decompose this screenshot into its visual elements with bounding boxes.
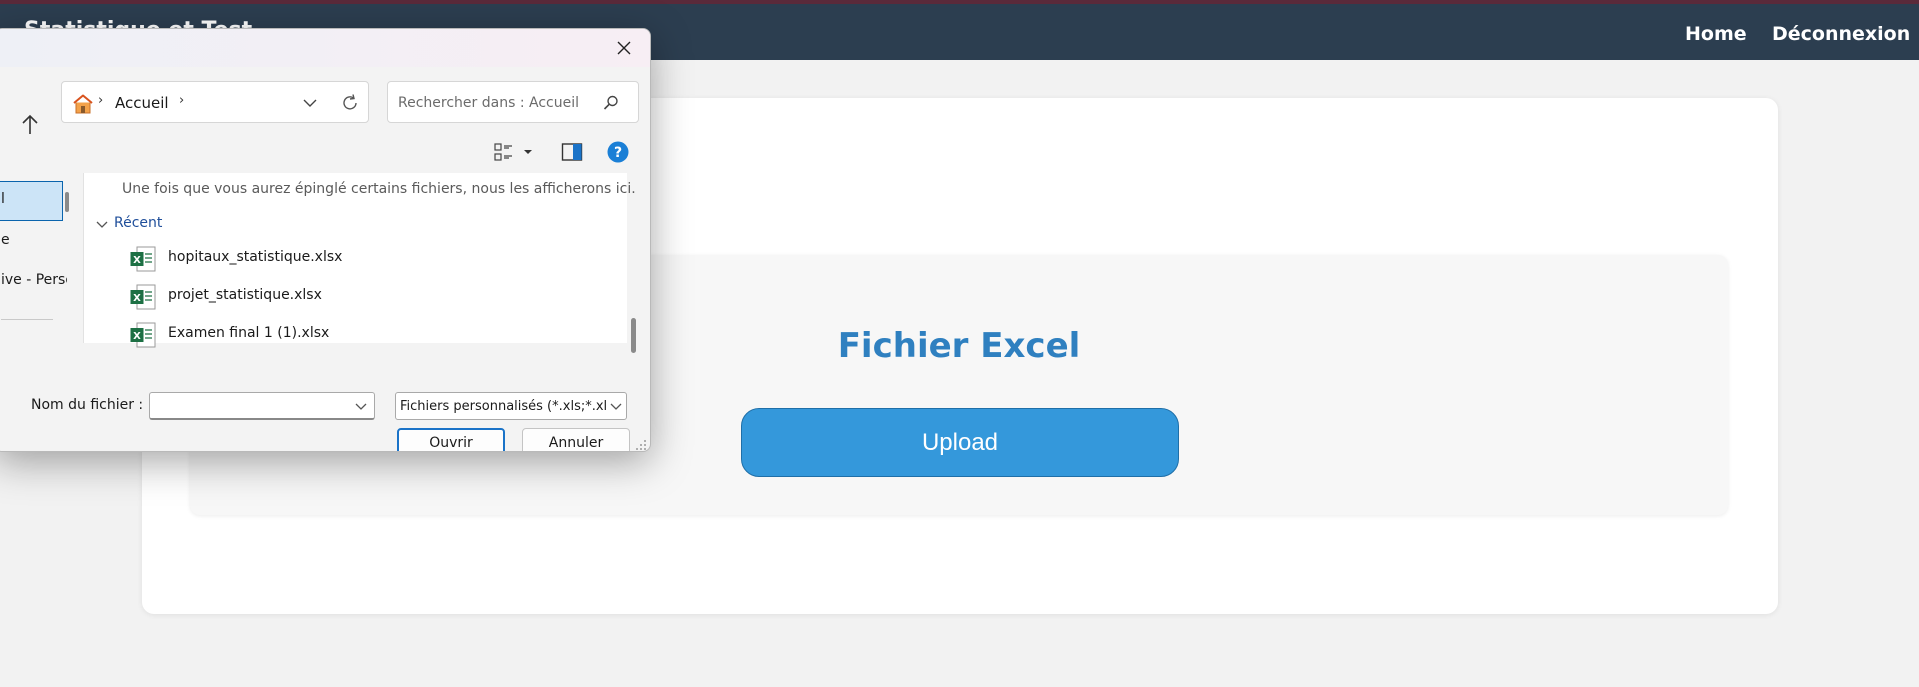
search-input[interactable] [398, 92, 598, 114]
scrollbar-thumb[interactable] [631, 318, 636, 353]
chevron-down-icon[interactable] [354, 401, 368, 413]
filename-label: Nom du fichier : [31, 397, 144, 413]
up-arrow-icon[interactable] [19, 113, 41, 137]
svg-text:X: X [133, 331, 141, 342]
nav-item-onedrive[interactable]: ive - Perso [1, 272, 67, 288]
file-type-select[interactable]: Fichiers personnalisés (*.xls;*.xls [395, 392, 627, 420]
cancel-button[interactable]: Annuler [522, 428, 630, 451]
filename-input[interactable] [156, 397, 346, 415]
chevron-down-icon[interactable] [302, 96, 318, 110]
close-icon[interactable] [609, 35, 639, 61]
search-box[interactable] [387, 81, 639, 123]
refresh-icon[interactable] [340, 93, 360, 113]
list-item[interactable]: X projet_statistique.xlsx [124, 281, 604, 311]
file-type-value: Fichiers personnalisés (*.xls;*.xls [400, 399, 606, 414]
file-name: projet_statistique.xlsx [168, 287, 322, 303]
upload-button[interactable]: Upload [741, 408, 1179, 477]
chevron-right-icon[interactable]: › [179, 93, 184, 108]
chevron-down-icon[interactable] [610, 401, 622, 413]
excel-file-icon: X [130, 284, 156, 310]
file-name: hopitaux_statistique.xlsx [168, 249, 343, 265]
file-name: Examen final 1 (1).xlsx [168, 325, 330, 341]
preview-pane-icon[interactable] [561, 142, 583, 162]
svg-text:X: X [133, 293, 141, 304]
resize-grip-icon[interactable] [635, 439, 647, 451]
address-path[interactable]: Accueil [115, 94, 169, 112]
open-button[interactable]: Ouvrir [397, 428, 505, 451]
filename-field[interactable] [149, 392, 375, 420]
nav-divider [1, 319, 53, 320]
nav-link-home[interactable]: Home [1685, 23, 1747, 45]
recent-group-header[interactable]: Récent [114, 215, 162, 231]
address-bar[interactable]: › Accueil › [61, 81, 369, 123]
svg-text:X: X [133, 255, 141, 266]
excel-file-icon: X [130, 246, 156, 272]
pinned-message: Une fois que vous aurez épinglé certains… [122, 181, 636, 197]
search-icon[interactable] [602, 94, 620, 112]
list-item[interactable]: X hopitaux_statistique.xlsx [124, 243, 604, 273]
nav-item-1[interactable]: l [1, 191, 61, 207]
chevron-down-icon[interactable] [96, 220, 108, 230]
file-list-pane: Une fois que vous aurez épinglé certains… [83, 173, 636, 348]
view-options-icon[interactable] [494, 142, 534, 162]
chevron-down-icon[interactable] [0, 119, 7, 133]
svg-text:?: ? [614, 145, 622, 161]
help-icon[interactable]: ? [607, 141, 629, 163]
nav-link-logout[interactable]: Déconnexion [1772, 23, 1910, 45]
file-list-scrollbar[interactable] [627, 173, 641, 353]
nav-item-2[interactable]: e [1, 232, 61, 248]
chevron-right-icon: › [98, 93, 104, 108]
home-icon [73, 94, 93, 114]
file-open-dialog: › Accueil › ? l e ive - Perso Une fois [0, 28, 651, 452]
nav-scrollbar[interactable] [65, 192, 69, 212]
excel-file-icon: X [130, 322, 156, 348]
dialog-titlebar[interactable] [0, 29, 650, 67]
list-item[interactable]: X Examen final 1 (1).xlsx [124, 319, 604, 349]
